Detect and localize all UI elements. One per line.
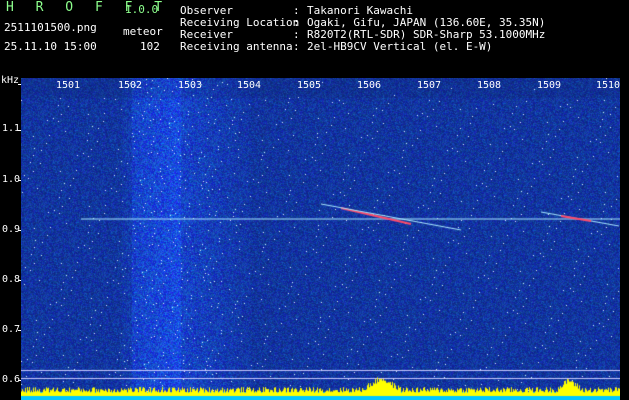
- x-tick-label: 1503: [178, 80, 203, 91]
- y-tick-mark: [18, 380, 21, 381]
- y-axis-unit: kHz: [1, 75, 20, 86]
- y-tick-mark: [18, 84, 21, 85]
- y-tick-mark: [18, 280, 21, 281]
- spectrogram-canvas: [21, 78, 620, 400]
- y-tick-mark: [18, 130, 21, 131]
- x-tick-label: 1507: [417, 80, 442, 91]
- x-tick-label: 1505: [297, 80, 322, 91]
- y-tick-label: 1.1: [2, 123, 21, 134]
- y-tick-mark: [18, 330, 21, 331]
- x-tick-label: 1509: [537, 80, 562, 91]
- info-sep-antenna: :: [293, 40, 300, 53]
- app-version: 1.0.0: [125, 3, 159, 16]
- y-tick-mark: [18, 180, 21, 181]
- x-tick-label: 1502: [118, 80, 143, 91]
- type-label: meteor: [123, 25, 163, 38]
- count-value: 102: [140, 40, 160, 53]
- date-time: 25.11.10 15:00: [4, 40, 97, 53]
- info-value-antenna: 2el-HB9CV Vertical (el. E-W): [307, 40, 493, 53]
- info-key-antenna: Receiving antenna: [180, 40, 293, 53]
- x-tick-label: 1508: [477, 80, 502, 91]
- x-tick-label: 1510: [596, 80, 621, 91]
- x-tick-label: 1506: [357, 80, 382, 91]
- y-tick-mark: [18, 230, 21, 231]
- x-tick-label: 1504: [237, 80, 262, 91]
- file-name: 2511101500.png: [4, 21, 97, 34]
- header-panel: H R O F F T 1.0.0 2511101500.png meteor …: [0, 0, 629, 76]
- x-tick-label: 1501: [56, 80, 81, 91]
